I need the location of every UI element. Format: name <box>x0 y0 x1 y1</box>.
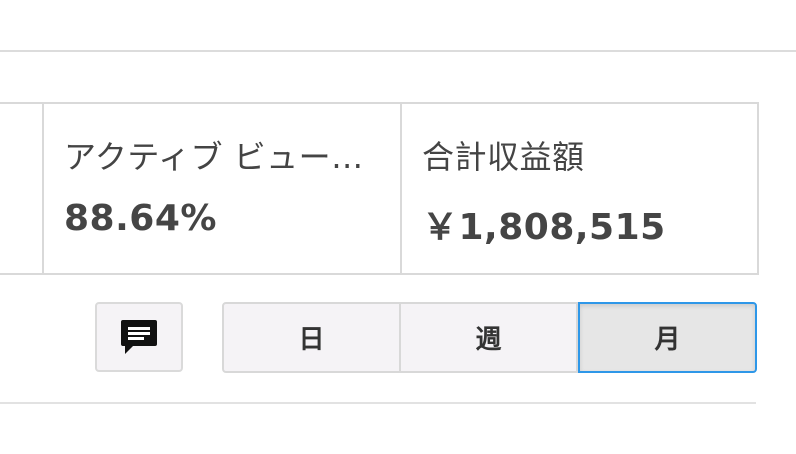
comment-icon <box>121 320 157 354</box>
metric-label-active-view: アクティブ ビュー… <box>64 138 364 176</box>
bottom-divider <box>0 402 756 404</box>
metric-card-active-view[interactable]: アクティブ ビュー… 88.64% <box>44 104 402 273</box>
metrics-row: アクティブ ビュー… 88.64% 合計収益額 ￥1,808,515 <box>0 102 759 275</box>
period-week-button[interactable]: 週 <box>401 302 578 373</box>
metric-card-total-revenue[interactable]: 合計収益額 ￥1,808,515 <box>402 104 757 273</box>
page: アクティブ ビュー… 88.64% 合計収益額 ￥1,808,515 日 週 月 <box>0 0 796 454</box>
comment-button[interactable] <box>95 302 183 372</box>
top-divider <box>0 50 796 52</box>
period-toggle-group: 日 週 月 <box>222 302 757 373</box>
period-month-button[interactable]: 月 <box>578 302 757 373</box>
metric-card-partial[interactable] <box>0 104 44 273</box>
metric-value-total-revenue: ￥1,808,515 <box>422 207 666 248</box>
metric-value-active-view: 88.64% <box>64 198 217 239</box>
metric-label-total-revenue: 合計収益額 <box>422 138 585 176</box>
period-day-button[interactable]: 日 <box>222 302 401 373</box>
